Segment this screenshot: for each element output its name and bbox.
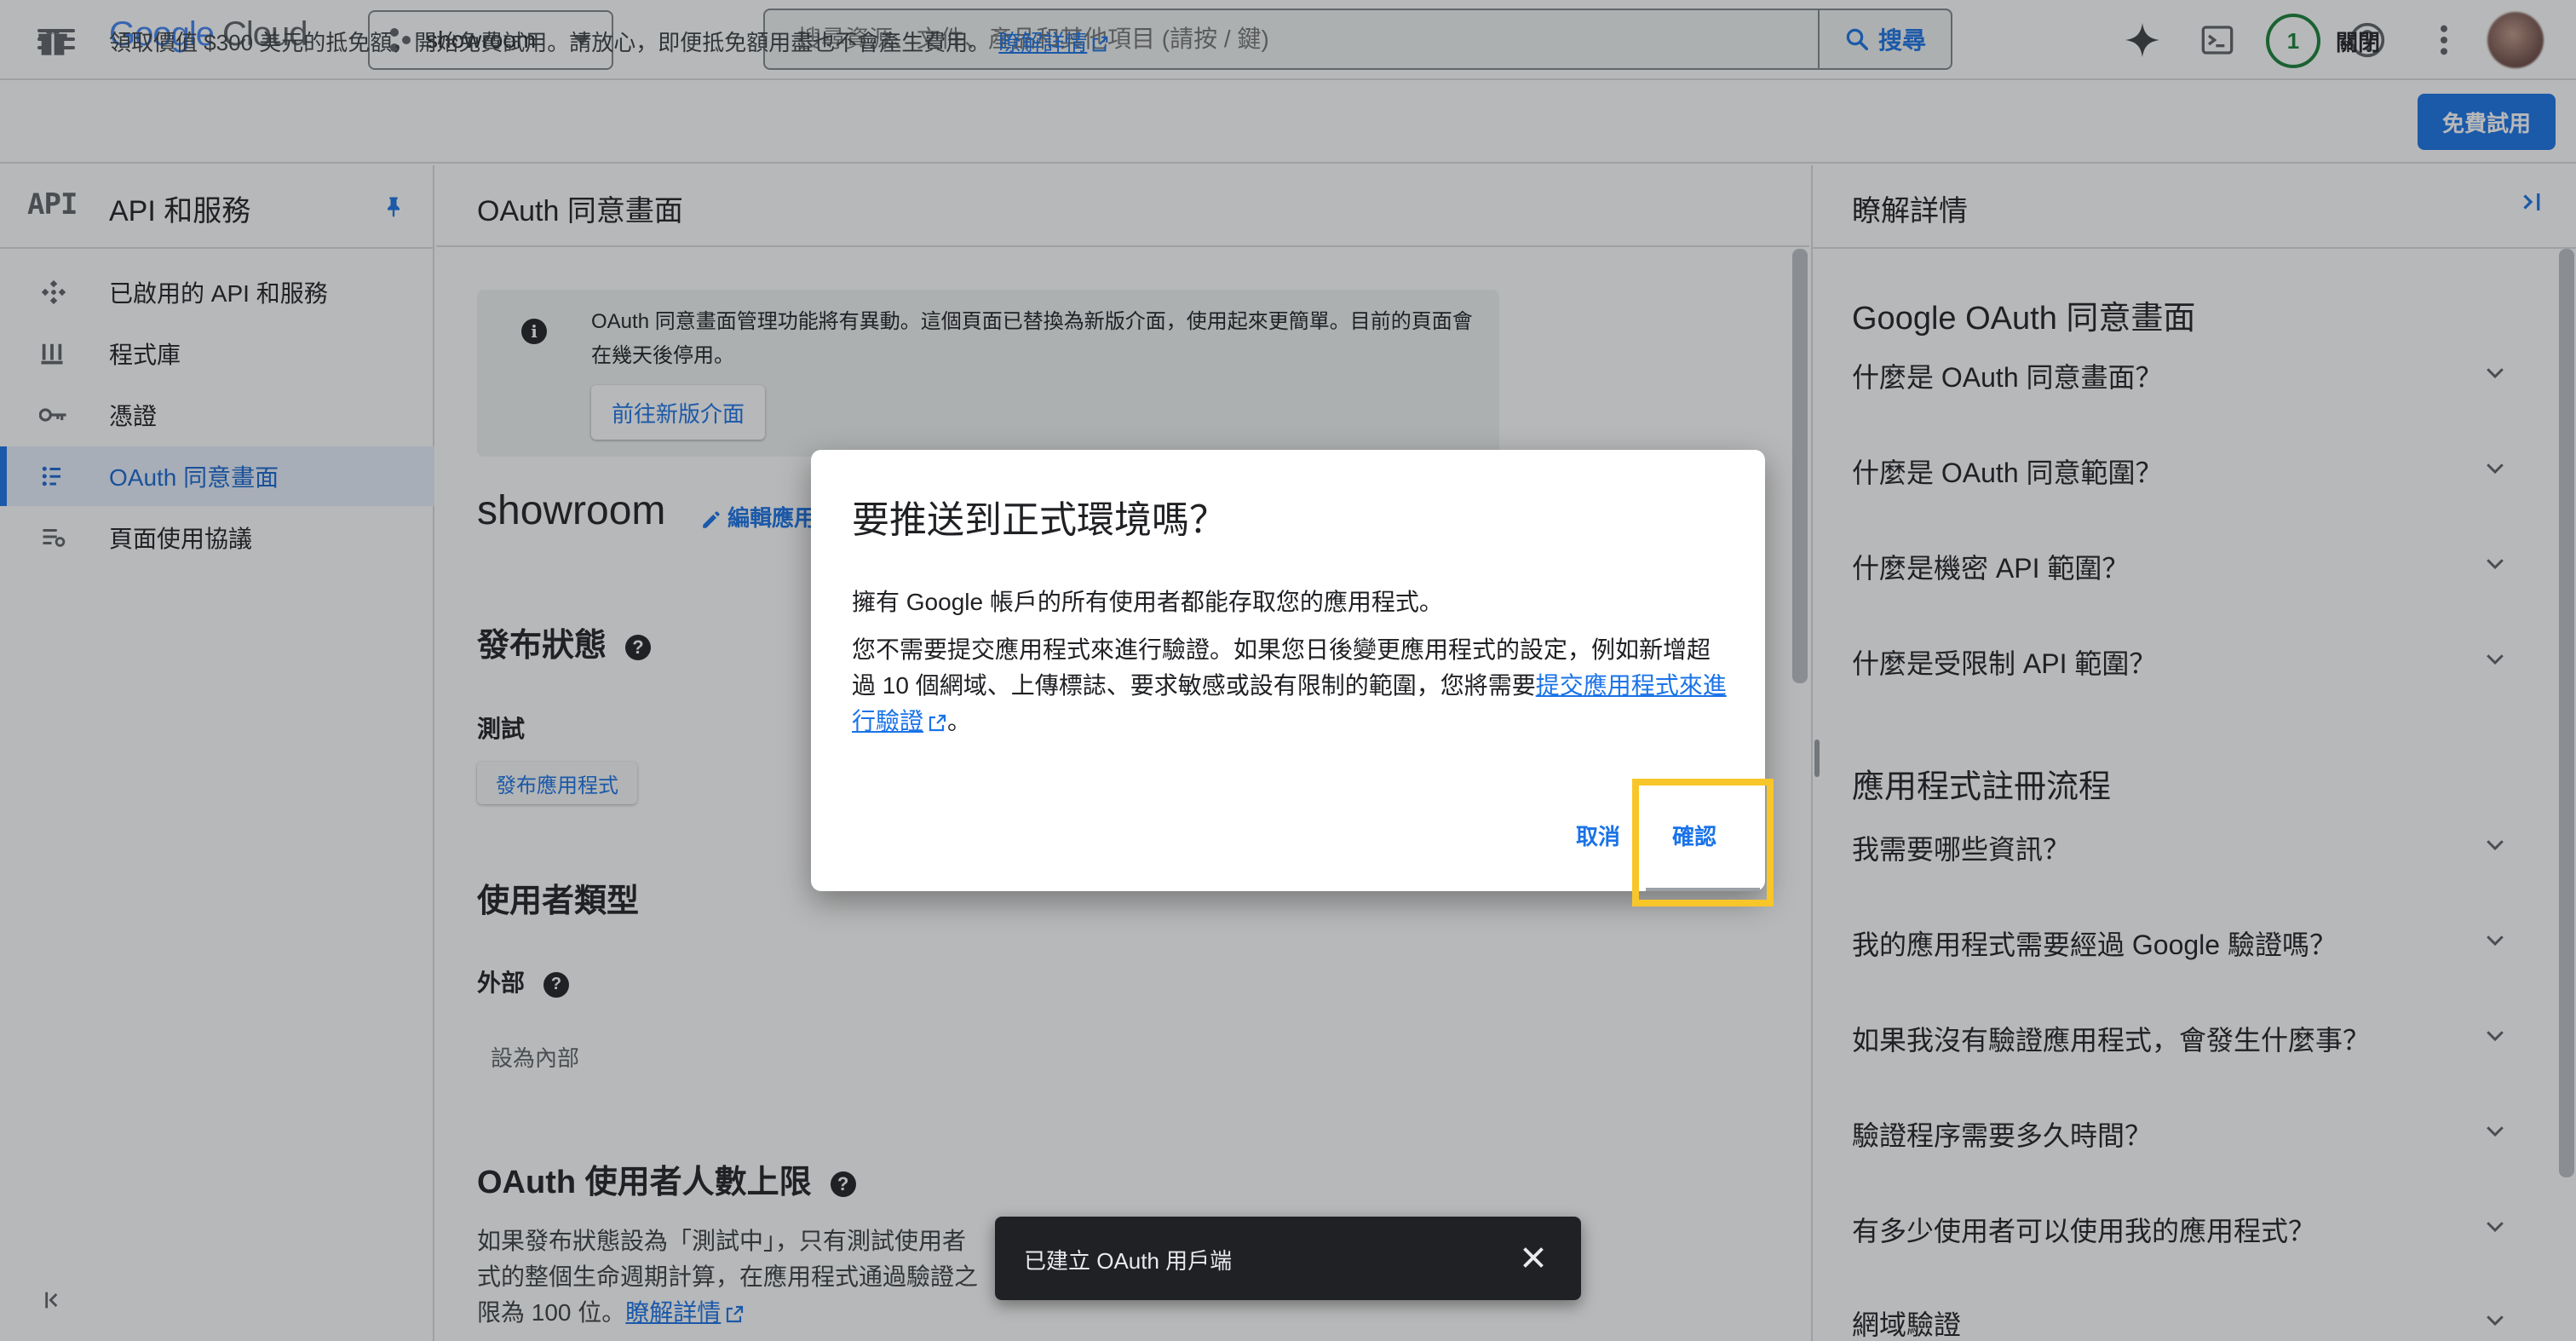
dialog-body-paragraph: 您不需要提交應用程式來進行驗證。如果您日後變更應用程式的設定，例如新增超過 10… — [852, 632, 1729, 740]
close-icon[interactable] — [1518, 1242, 1549, 1273]
dialog-body-end: 。 — [947, 708, 972, 734]
confirm-button[interactable]: 確認 — [1654, 813, 1734, 857]
confirm-focus-underline — [1646, 888, 1760, 891]
dialog-title: 要推送到正式環境嗎？ — [852, 499, 1227, 541]
snackbar-message: 已建立 OAuth 用戶端 — [1024, 1248, 1233, 1274]
external-link-icon — [929, 714, 946, 731]
dialog-body-line-1: 擁有 Google 帳戶的所有使用者都能存取您的應用程式。 — [852, 589, 1443, 615]
cancel-button[interactable]: 取消 — [1569, 813, 1627, 857]
